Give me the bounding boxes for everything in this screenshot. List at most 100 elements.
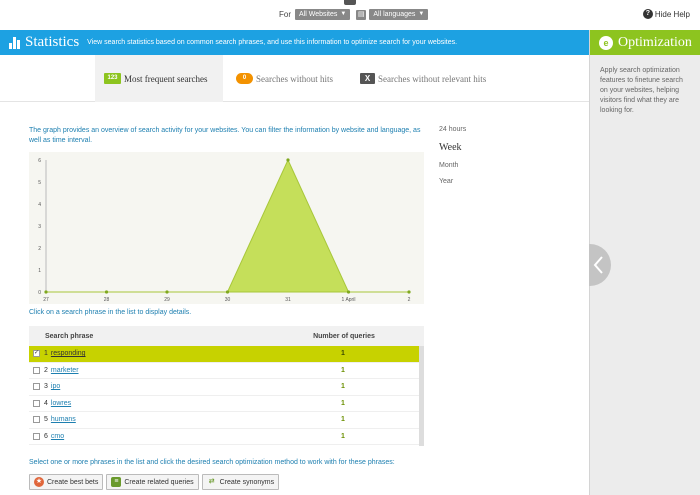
data-point xyxy=(44,290,48,294)
col-number-of-queries: Number of queries xyxy=(313,332,375,340)
query-count: 1 xyxy=(340,350,345,358)
website-dropdown-value: All Websites xyxy=(299,11,338,18)
row-checkbox[interactable] xyxy=(33,432,40,440)
x-tick-label: 1 April xyxy=(342,297,356,303)
language-dropdown[interactable]: All languages ▼ xyxy=(369,9,429,20)
row-number: 2 xyxy=(44,366,48,374)
y-tick-label: 4 xyxy=(38,202,41,208)
x-tick-label: 2 xyxy=(408,297,411,303)
x-tick-label: 27 xyxy=(43,297,49,303)
select-hint: Select one or more phrases in the list a… xyxy=(29,459,395,466)
row-number: 1 xyxy=(44,350,48,358)
for-label: For xyxy=(279,10,291,19)
tabs: 123 Most frequent searches 0 Searches wi… xyxy=(0,55,589,102)
language-icon: ▤ xyxy=(356,9,367,20)
optimization-title: Optimization xyxy=(618,34,692,50)
x-tick-label: 30 xyxy=(225,297,231,303)
synonyms-icon: ⇄ xyxy=(208,478,215,485)
create-best-bets-button[interactable]: ★ Create best bets xyxy=(29,474,104,490)
phrase-link[interactable]: lowres xyxy=(51,400,273,407)
y-tick-label: 2 xyxy=(38,246,41,252)
row-checkbox[interactable]: ✓ xyxy=(33,350,40,358)
phrase-link[interactable]: ipo xyxy=(51,383,273,390)
table-row[interactable]: 6 cmo 1 xyxy=(29,429,419,445)
row-checkbox[interactable] xyxy=(33,399,40,407)
row-number: 6 xyxy=(44,432,48,440)
range-24-hours[interactable]: 24 hours xyxy=(439,126,466,133)
main-content: 123 Most frequent searches 0 Searches wi… xyxy=(0,55,589,495)
hide-help-button[interactable]: ? Hide Help xyxy=(642,9,690,19)
table-row[interactable]: 4 lowres 1 xyxy=(29,396,419,412)
tab-label: Searches without relevant hits xyxy=(378,73,487,84)
optimization-actions: ★ Create best bets ≡ Create related quer… xyxy=(29,474,280,490)
range-year[interactable]: Year xyxy=(439,178,466,185)
rank-icon: 123 xyxy=(104,73,121,84)
table-row[interactable]: 2 marketer 1 xyxy=(29,363,419,379)
table-row[interactable]: ✓ 1 responding 1 xyxy=(29,346,419,363)
panel-toggle[interactable] xyxy=(589,244,611,286)
data-point xyxy=(286,158,290,162)
data-point xyxy=(104,290,109,294)
tab-most-frequent[interactable]: 123 Most frequent searches xyxy=(95,55,223,102)
collapse-handle[interactable] xyxy=(344,0,356,5)
create-related-queries-button[interactable]: ≡ Create related queries xyxy=(106,474,199,490)
range-week[interactable]: Week xyxy=(439,142,466,153)
phrase-link[interactable]: humans xyxy=(51,416,273,423)
ribbon-icon: ★ xyxy=(34,477,44,487)
statistics-header: Statistics View search statistics based … xyxy=(0,30,589,55)
phrase-link[interactable]: cmo xyxy=(51,433,273,440)
tab-label: Most frequent searches xyxy=(124,73,208,84)
row-checkbox[interactable] xyxy=(33,416,40,424)
optimization-description: Apply search optimization features to fi… xyxy=(600,67,683,114)
table-body: ✓ 1 responding 1 2 marketer 1 3 ipo 1 4 lowres 1 5 hum… xyxy=(29,346,424,445)
y-tick-label: 1 xyxy=(38,268,41,274)
range-month[interactable]: Month xyxy=(439,162,466,169)
graph-intro: The graph provides an overview of search… xyxy=(29,127,421,144)
help-icon: ? xyxy=(642,9,653,19)
filters: For All Websites ▼ ▤ All languages ▼ xyxy=(279,9,429,20)
language-dropdown-value: All languages xyxy=(373,11,416,18)
chevron-down-icon: ▼ xyxy=(340,11,347,17)
row-checkbox[interactable] xyxy=(33,366,40,374)
page-description: View search statistics based on common s… xyxy=(87,39,458,46)
query-count: 1 xyxy=(340,432,345,440)
hide-help-label: Hide Help xyxy=(654,9,690,19)
row-number: 3 xyxy=(44,383,48,391)
phrase-link[interactable]: marketer xyxy=(51,367,273,374)
row-number: 5 xyxy=(44,416,48,424)
data-point xyxy=(165,290,169,294)
time-range: 24 hours Week Month Year xyxy=(439,126,466,194)
zero-hits-icon: 0 xyxy=(236,73,253,84)
related-queries-icon: ≡ xyxy=(111,477,122,487)
search-activity-chart: 27 28 29 30 31 1 April 2 0 1 2 3 4 5 6 xyxy=(29,152,424,304)
data-point xyxy=(407,290,411,294)
button-label: Create related queries xyxy=(124,478,194,486)
chevron-left-icon xyxy=(593,256,603,274)
chevron-down-icon: ▼ xyxy=(418,11,425,17)
page-title: Statistics xyxy=(25,34,80,50)
query-count: 1 xyxy=(340,366,345,374)
query-count: 1 xyxy=(340,399,345,407)
data-point xyxy=(346,290,351,294)
y-tick-label: 6 xyxy=(38,158,41,164)
data-point xyxy=(225,290,230,294)
y-tick-label: 0 xyxy=(38,290,41,296)
row-number: 4 xyxy=(44,399,48,407)
y-tick-label: 5 xyxy=(38,180,41,186)
x-tick-label: 28 xyxy=(104,297,110,303)
phrase-link[interactable]: responding xyxy=(51,350,273,357)
x-tick-label: 29 xyxy=(164,297,170,303)
row-checkbox[interactable] xyxy=(33,383,40,391)
website-dropdown[interactable]: All Websites ▼ xyxy=(295,9,351,20)
table-row[interactable]: 5 humans 1 xyxy=(29,412,419,429)
table-row[interactable]: 3 ipo 1 xyxy=(29,379,419,396)
create-synonyms-button[interactable]: ⇄ Create synonyms xyxy=(201,474,280,490)
optimization-icon: e xyxy=(599,35,613,50)
series-area xyxy=(46,158,409,293)
tab-without-relevant-hits[interactable]: X Searches without relevant hits xyxy=(360,55,486,102)
filter-bar: For All Websites ▼ ▤ All languages ▼ ? Hid… xyxy=(0,0,700,30)
table-header: Search phrase Number of queries xyxy=(29,326,424,346)
col-search-phrase: Search phrase xyxy=(45,332,94,340)
scrollbar[interactable] xyxy=(419,346,424,446)
tab-without-hits[interactable]: 0 Searches without hits xyxy=(236,55,333,102)
